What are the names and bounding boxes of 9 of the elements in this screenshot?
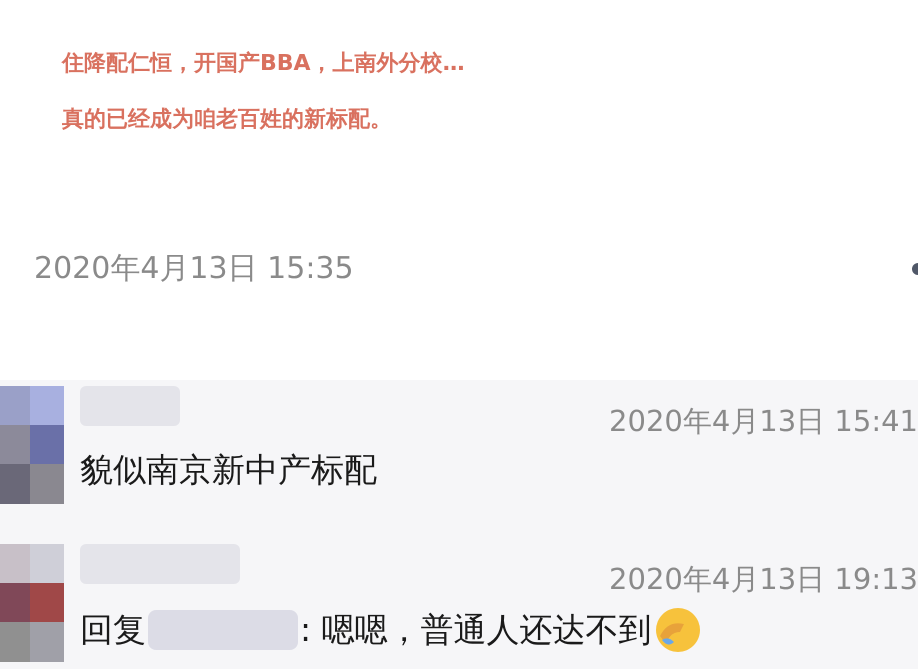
comment-text: 貌似南京新中产标配 [80,449,377,491]
article-text: 真的已经成为咱老百姓的新标配。 [62,106,393,134]
comment-time: 2020年4月13日 19:13 [609,561,918,598]
publish-date: 2020年4月13日 15:35 [34,250,354,288]
reply-label: 回复 [80,608,146,650]
article-text: 住降配仁恒，开国产BBA，上南外分校… [62,50,466,78]
comment-time: 2020年4月13日 15:41 [609,403,918,440]
emoji-icon [654,606,702,654]
comment-text: : 嗯嗯，普通人还达不到 [300,608,652,650]
